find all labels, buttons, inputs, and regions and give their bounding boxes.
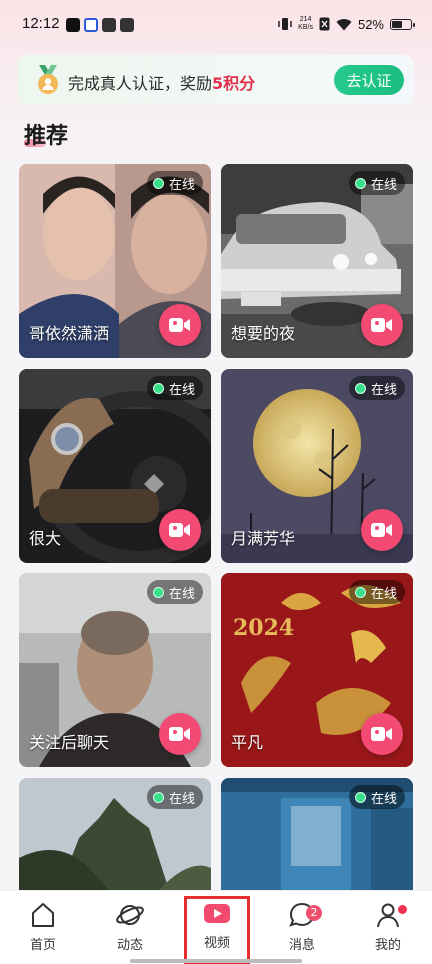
online-dot-icon — [152, 177, 164, 189]
profile-card[interactable]: 在线 想要的夜 — [221, 164, 413, 358]
status-time: 12:12 — [22, 15, 60, 32]
profile-card[interactable]: 在线 关注后聊天 — [19, 573, 211, 767]
online-dot-icon — [152, 382, 164, 394]
tab-profile[interactable]: 我的 — [358, 901, 418, 953]
card-name: 平凡 — [231, 733, 264, 752]
user-icon — [377, 903, 399, 928]
video-camera-icon — [169, 318, 190, 332]
video-camera-icon — [169, 523, 190, 537]
card-name: 月满芳华 — [231, 529, 296, 548]
online-dot-icon — [152, 791, 164, 803]
online-badge: 在线 — [348, 580, 405, 604]
video-camera-icon — [371, 523, 392, 537]
verify-button[interactable]: 去认证 — [334, 65, 404, 95]
app-notification-icon — [84, 18, 98, 32]
online-badge: 在线 — [348, 376, 405, 400]
banner-text: 完成真人认证，奖励5积分 — [68, 74, 256, 93]
medal-icon — [38, 65, 58, 94]
profile-card[interactable]: 在线 很大 — [19, 369, 211, 563]
wifi-icon — [336, 18, 352, 30]
tab-messages-label: 消息 — [288, 938, 315, 953]
bottom-nav: 首页 动态 视频 消息 2 我的 — [0, 890, 432, 964]
mail-icon — [120, 18, 134, 32]
card-name: 关注后聊天 — [29, 733, 110, 752]
card-name: 哥依然潇洒 — [29, 324, 110, 343]
news-icon — [102, 18, 116, 32]
poster-year: 2024 — [233, 615, 294, 641]
online-badge: 在线 — [348, 785, 405, 809]
profile-card[interactable]: 2024 在线 平凡 — [221, 573, 413, 767]
video-camera-icon — [169, 727, 190, 741]
profile-card[interactable]: 在线 — [221, 778, 413, 890]
vibrate-icon — [278, 18, 292, 30]
video-call-button[interactable] — [159, 304, 201, 346]
notification-dot — [398, 905, 407, 914]
online-badge: 在线 — [146, 785, 203, 809]
video-icon — [204, 904, 230, 923]
online-dot-icon — [354, 382, 366, 394]
video-call-button[interactable] — [159, 509, 201, 551]
tab-home[interactable]: 首页 — [13, 901, 73, 953]
sim-off-icon — [319, 17, 330, 31]
online-dot-icon — [354, 586, 366, 598]
banner-points: 5积分 — [212, 74, 256, 93]
tab-profile-label: 我的 — [374, 938, 401, 953]
tiktok-icon — [66, 18, 80, 32]
online-badge: 在线 — [146, 580, 203, 604]
tab-video-label: 视频 — [203, 936, 230, 951]
verify-banner[interactable]: 完成真人认证，奖励5积分 去认证 — [18, 55, 414, 105]
tab-moments[interactable]: 动态 — [100, 901, 160, 953]
online-badge: 在线 — [348, 171, 405, 195]
tab-moments-label: 动态 — [116, 938, 143, 953]
net-speed: 214 KB/s — [298, 16, 313, 31]
online-dot-icon — [152, 586, 164, 598]
home-indicator — [130, 959, 302, 963]
video-call-button[interactable] — [361, 509, 403, 551]
card-name: 很大 — [29, 529, 62, 548]
tab-home-label: 首页 — [29, 938, 56, 953]
video-camera-icon — [371, 318, 392, 332]
home-icon — [32, 903, 54, 927]
online-dot-icon — [354, 177, 366, 189]
online-badge: 在线 — [146, 171, 203, 195]
battery-percent: 52% — [357, 16, 384, 32]
video-call-button[interactable] — [159, 713, 201, 755]
online-dot-icon — [354, 791, 366, 803]
section-title: 推荐 — [24, 124, 69, 149]
tab-messages[interactable]: 消息 2 — [272, 901, 332, 953]
video-call-button[interactable] — [361, 304, 403, 346]
profile-card[interactable]: 在线 — [19, 778, 211, 890]
battery-icon — [390, 18, 415, 30]
profile-card[interactable]: 在线 月满芳华 — [221, 369, 413, 563]
card-name: 想要的夜 — [231, 324, 296, 343]
video-camera-icon — [371, 727, 392, 741]
status-bar: 12:12 214 KB/s 52% — [0, 0, 432, 50]
online-badge: 在线 — [146, 376, 203, 400]
planet-icon — [116, 905, 144, 925]
video-call-button[interactable] — [361, 713, 403, 755]
tab-video[interactable]: 视频 — [184, 896, 250, 964]
profile-card[interactable]: 在线 哥依然潇洒 — [19, 164, 211, 358]
unread-badge: 2 — [306, 905, 322, 921]
